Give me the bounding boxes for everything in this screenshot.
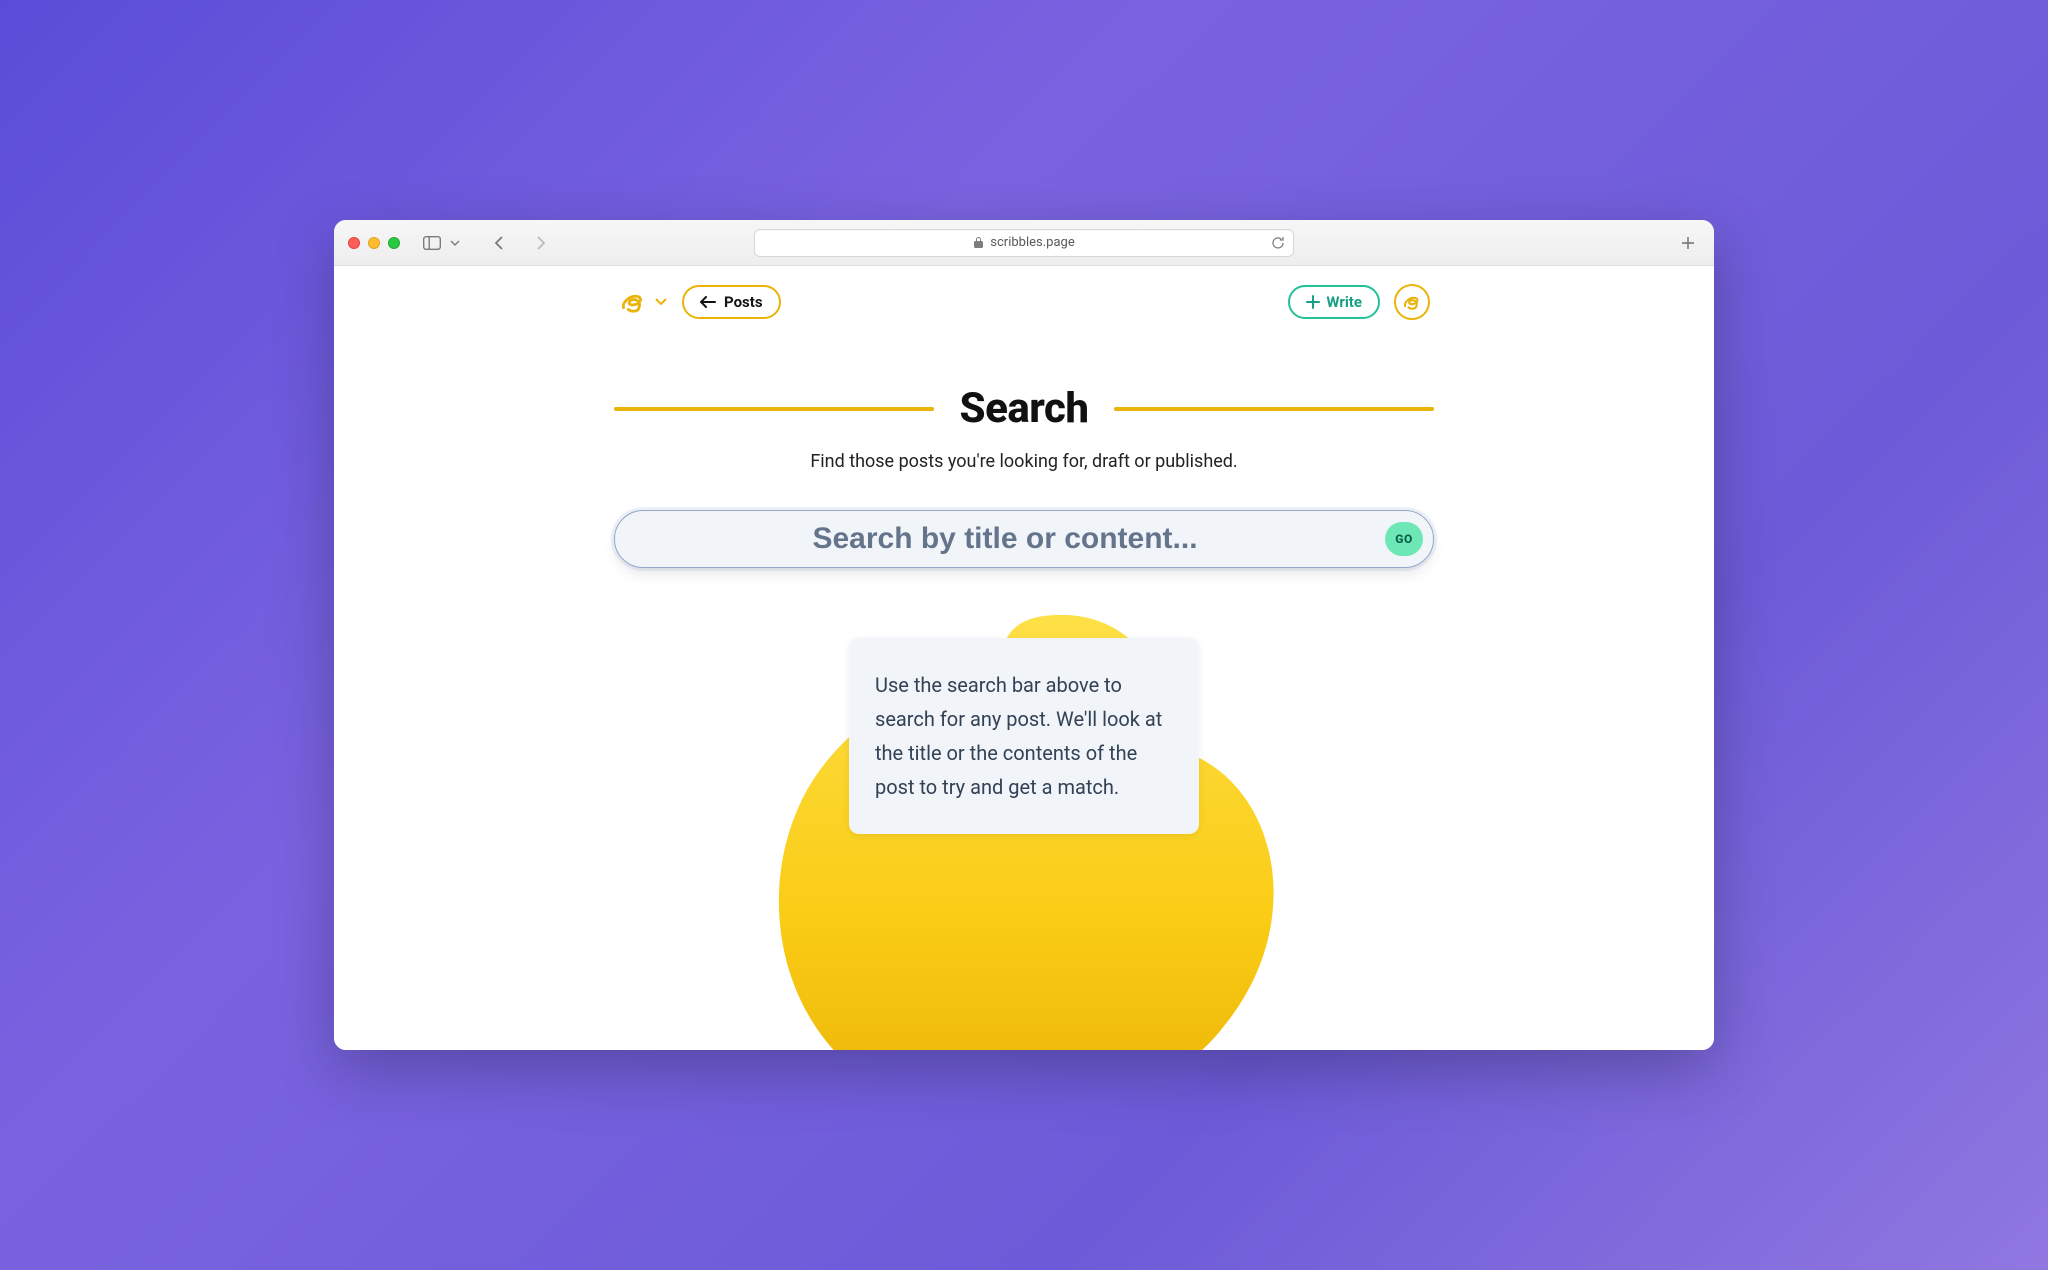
- lock-icon: [973, 236, 984, 249]
- new-tab-icon[interactable]: [1676, 231, 1700, 255]
- scribbles-logo-icon: [618, 287, 648, 317]
- browser-forward-icon[interactable]: [528, 231, 552, 255]
- browser-back-icon[interactable]: [488, 231, 512, 255]
- page-subtitle: Find those posts you're looking for, dra…: [614, 451, 1434, 472]
- info-text: Use the search bar above to search for a…: [875, 673, 1162, 799]
- nav-buttons: [488, 231, 552, 255]
- page-title: Search: [960, 384, 1089, 433]
- title-bar: scribbles.page: [334, 220, 1714, 266]
- window-minimize-icon[interactable]: [368, 237, 380, 249]
- scribbles-avatar-icon: [1401, 291, 1423, 313]
- write-button[interactable]: Write: [1288, 285, 1380, 319]
- page-content: Posts Write: [334, 266, 1714, 1050]
- back-label: Posts: [724, 293, 763, 311]
- divider-left: [614, 407, 934, 411]
- browser-window: scribbles.page: [334, 220, 1714, 1050]
- write-label: Write: [1326, 293, 1362, 311]
- search-info-card: Use the search bar above to search for a…: [849, 638, 1199, 834]
- reload-icon[interactable]: [1271, 236, 1285, 250]
- go-label: GO: [1395, 532, 1412, 546]
- search-field-container: GO: [614, 510, 1434, 568]
- divider-right: [1114, 407, 1434, 411]
- arrow-left-icon: [700, 296, 716, 308]
- window-controls: [348, 237, 400, 249]
- plus-icon: [1306, 295, 1320, 309]
- window-close-icon[interactable]: [348, 237, 360, 249]
- sidebar-icon[interactable]: [420, 231, 444, 255]
- search-go-button[interactable]: GO: [1385, 522, 1423, 556]
- logo-menu[interactable]: [618, 287, 668, 317]
- chevron-down-icon: [654, 298, 668, 306]
- address-text: scribbles.page: [990, 235, 1074, 250]
- chevron-down-icon[interactable]: [448, 231, 462, 255]
- back-to-posts-button[interactable]: Posts: [682, 285, 781, 319]
- top-nav: Posts Write: [614, 284, 1434, 320]
- window-zoom-icon[interactable]: [388, 237, 400, 249]
- hero-section: Search Find those posts you're looking f…: [614, 384, 1434, 568]
- sidebar-toggle-group: [420, 231, 462, 255]
- search-input[interactable]: [645, 522, 1365, 556]
- account-menu[interactable]: [1394, 284, 1430, 320]
- address-bar[interactable]: scribbles.page: [754, 229, 1294, 257]
